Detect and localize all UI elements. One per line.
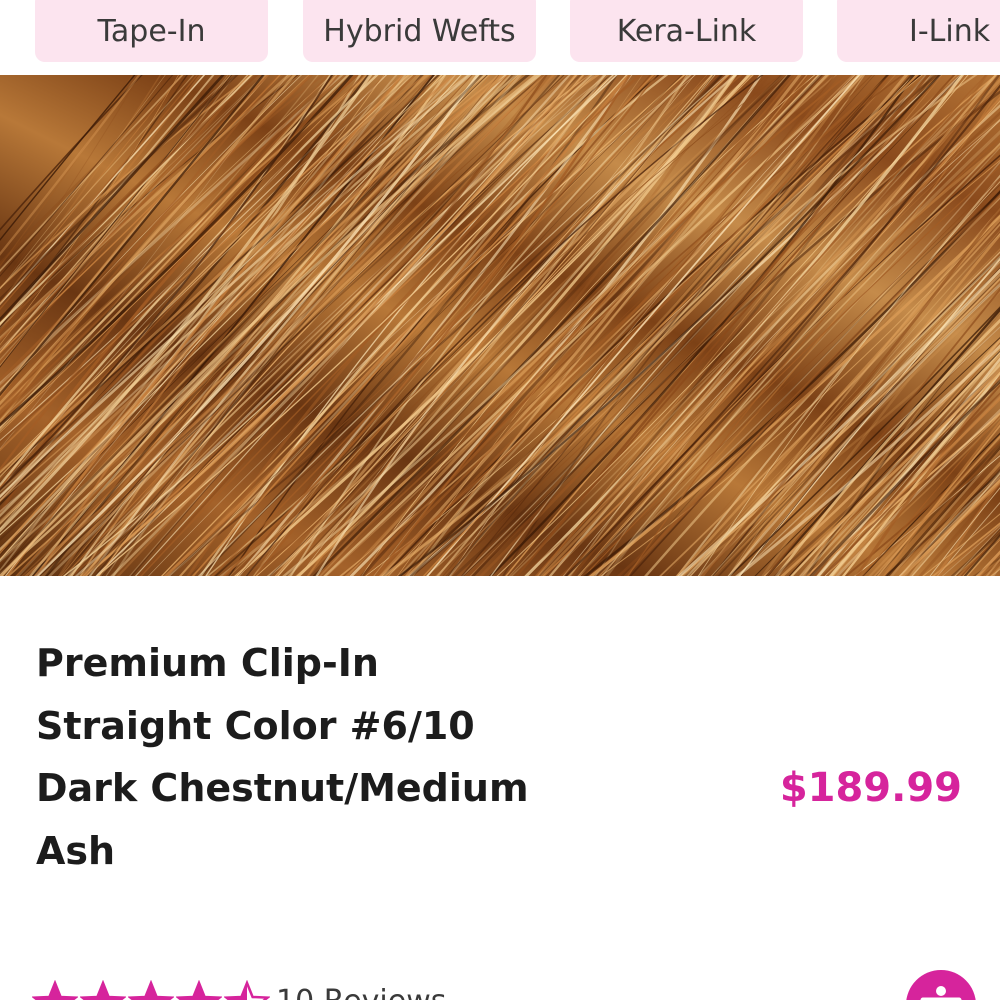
star-icon — [128, 980, 174, 1000]
star-icon — [176, 980, 222, 1000]
product-title: Premium Clip-In Straight Color #6/10 Dar… — [36, 641, 529, 873]
product-image[interactable] — [0, 75, 1000, 576]
rating-stars[interactable] — [32, 980, 270, 1000]
tab-kera-link[interactable]: Kera-Link — [570, 0, 803, 62]
tab-hybrid-wefts[interactable]: Hybrid Wefts — [303, 0, 536, 62]
tab-tape-in[interactable]: Tape-In — [35, 0, 268, 62]
hair-swatch-image — [0, 75, 1000, 576]
accessibility-icon — [920, 986, 962, 1000]
tab-i-link[interactable]: I-Link — [837, 0, 1000, 62]
star-icon — [224, 980, 270, 1000]
star-icon — [32, 980, 78, 1000]
category-tabs: Tape-In Hybrid Wefts Kera-Link I-Link — [0, 0, 1000, 75]
reviews-link[interactable]: 10 Reviews — [276, 984, 446, 1000]
accessibility-button[interactable] — [906, 970, 976, 1000]
product-price: $189.99 — [779, 765, 962, 811]
product-page: Tape-In Hybrid Wefts Kera-Link I-Link Pr… — [0, 0, 1000, 1000]
star-icon — [80, 980, 126, 1000]
